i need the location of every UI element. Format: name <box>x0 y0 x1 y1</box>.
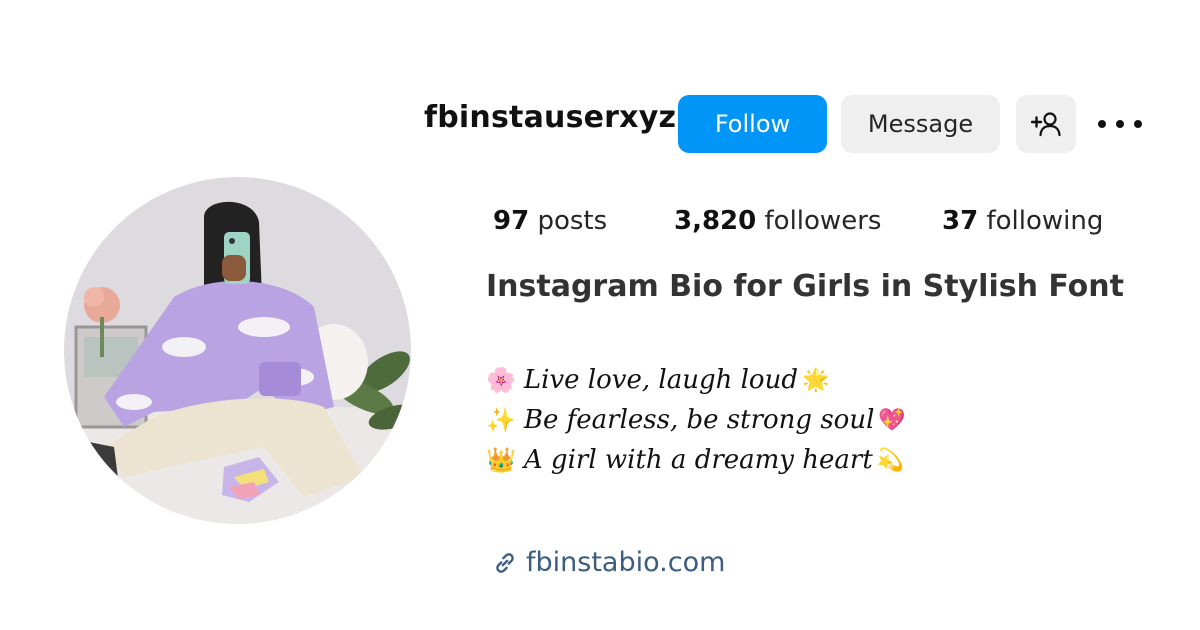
bio-line-text: Be fearless, be strong soul <box>523 405 875 435</box>
following-count[interactable]: 37 following <box>942 206 1103 236</box>
more-dot <box>1134 120 1142 128</box>
posts-count-label: posts <box>537 206 608 236</box>
crown-icon: 👑 <box>486 446 516 474</box>
profile-photo <box>64 177 411 524</box>
posts-count-value: 97 <box>493 206 530 236</box>
sparkles-icon: ✨ <box>486 406 516 434</box>
bio-text: 🌸 Live love, laugh loud 🌟 ✨ Be fearless,… <box>486 360 906 480</box>
link-icon <box>496 552 514 573</box>
add-person-icon <box>1031 112 1061 137</box>
follow-button[interactable]: Follow <box>678 95 827 153</box>
glowing-star-icon: 🌟 <box>801 367 830 393</box>
more-dot <box>1098 120 1106 128</box>
bio-link-text[interactable]: fbinstabio.com <box>526 547 725 578</box>
message-button[interactable]: Message <box>841 95 1000 153</box>
bio-line: 🌸 Live love, laugh loud 🌟 <box>486 360 906 400</box>
bio-line-text: Live love, laugh loud <box>523 365 798 395</box>
more-dot <box>1116 120 1124 128</box>
cherry-blossom-icon: 🌸 <box>486 366 516 394</box>
bio-link[interactable]: fbinstabio.com <box>492 547 725 578</box>
bio-line-text: A girl with a dreamy heart <box>523 445 873 475</box>
posts-count: 97 posts <box>493 206 607 236</box>
sparkling-heart-icon: 💖 <box>878 407 906 433</box>
dizzy-star-icon: 💫 <box>876 447 905 473</box>
more-options-button[interactable] <box>1098 112 1142 136</box>
suggest-accounts-button[interactable] <box>1016 95 1076 153</box>
followers-count[interactable]: 3,820 followers <box>674 206 881 236</box>
following-count-value: 37 <box>942 206 979 236</box>
following-count-label: following <box>986 206 1104 236</box>
bio-line: 👑 A girl with a dreamy heart 💫 <box>486 440 906 480</box>
followers-count-label: followers <box>764 206 882 236</box>
bio-line: ✨ Be fearless, be strong soul 💖 <box>486 400 906 440</box>
followers-count-value: 3,820 <box>674 206 757 236</box>
avatar[interactable] <box>64 177 411 524</box>
bio-title: Instagram Bio for Girls in Stylish Font <box>486 269 1124 304</box>
username: fbinstauserxyz <box>424 100 677 135</box>
